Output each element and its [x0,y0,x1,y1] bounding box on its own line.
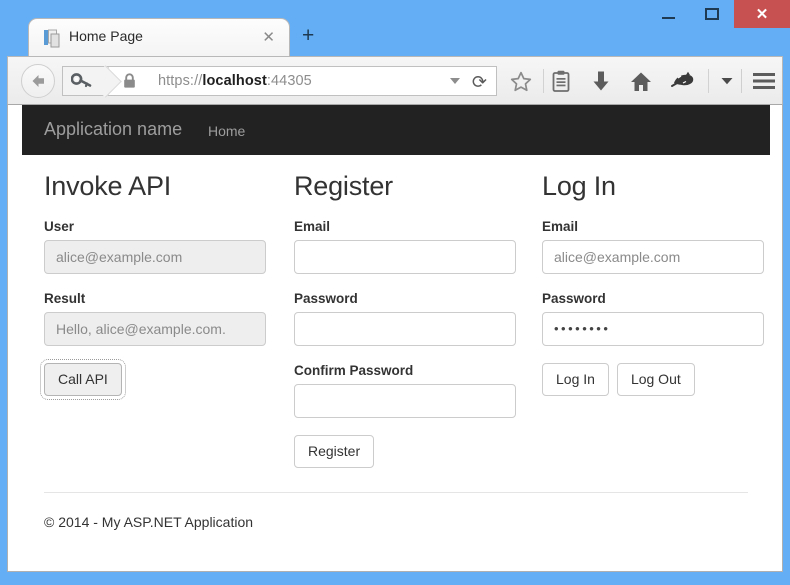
login-heading: Log In [542,171,616,201]
tab-strip: Home Page ✕ + [0,18,790,56]
site-identity-box[interactable] [63,67,109,95]
register-email-input[interactable] [294,240,516,274]
browser-window: ✕ Home Page ✕ + https://localhost:44305 … [0,0,790,585]
login-email-input[interactable]: alice@example.com [542,240,764,274]
home-icon[interactable] [626,67,656,95]
result-label: Result [44,291,86,306]
page-document-icon [44,29,60,48]
reload-icon[interactable]: ⟳ [472,72,487,93]
url-scheme: https:// [158,73,203,89]
browser-tab[interactable]: Home Page ✕ [28,18,290,56]
browser-toolbar: https://localhost:44305 ⟳ [7,56,783,105]
register-heading: Register [294,171,393,201]
page-viewport: Application name Home Invoke API User al… [7,105,783,572]
downloads-icon[interactable] [586,67,616,95]
footer-divider [44,492,748,493]
register-email-label: Email [294,219,331,234]
url-host: localhost [202,73,267,89]
register-password-label: Password [294,291,358,306]
back-arrow-icon [32,75,44,87]
url-text: https://localhost:44305 [158,73,312,89]
chevron-down-icon[interactable] [450,78,460,84]
site-navbar: Application name Home [22,105,770,155]
user-label: User [44,219,75,234]
key-icon [71,73,92,88]
navbar-link-home[interactable]: Home [208,123,245,139]
register-confirm-password-label: Confirm Password [294,363,414,378]
feedback-fox-icon[interactable] [668,67,698,95]
user-field[interactable]: alice@example.com [44,240,266,274]
back-button[interactable] [21,64,55,98]
hamburger-menu-icon[interactable] [749,67,779,95]
result-field[interactable]: Hello, alice@example.com. [44,312,266,346]
toolbar-divider [708,69,709,93]
address-bar[interactable]: https://localhost:44305 ⟳ [62,66,497,96]
toolbar-divider [543,69,544,93]
tab-title: Home Page [69,28,143,44]
register-section: Register Email Password Confirm Password… [294,171,516,468]
call-api-button[interactable]: Call API [40,359,126,400]
login-password-label: Password [542,291,606,306]
login-section: Log In Email alice@example.com Password … [542,171,764,396]
bookmark-star-icon[interactable] [506,67,536,95]
lock-wrap [123,73,136,89]
logout-button[interactable]: Log Out [616,363,695,396]
invoke-api-section: Invoke API User alice@example.com Result… [40,171,266,400]
page-content: Invoke API User alice@example.com Result… [22,155,770,571]
reading-list-icon[interactable] [546,67,576,95]
url-port: :44305 [266,73,312,89]
login-email-label: Email [542,219,579,234]
register-button[interactable]: Register [294,435,375,468]
navbar-brand[interactable]: Application name [44,119,182,140]
login-button[interactable]: Log In [542,363,609,396]
invoke-api-heading: Invoke API [44,171,172,201]
register-confirm-password-input[interactable] [294,384,516,418]
overflow-chevron-icon[interactable] [712,67,742,95]
login-button-row: Log In Log Out [542,363,764,396]
tab-close-icon[interactable]: ✕ [262,28,275,46]
page-footer: © 2014 - My ASP.NET Application [44,492,748,530]
new-tab-button[interactable]: + [302,25,314,46]
padlock-icon [124,73,135,88]
login-password-input[interactable]: •••••••• [542,312,764,346]
register-password-input[interactable] [294,312,516,346]
copyright-text: © 2014 - My ASP.NET Application [44,514,254,530]
